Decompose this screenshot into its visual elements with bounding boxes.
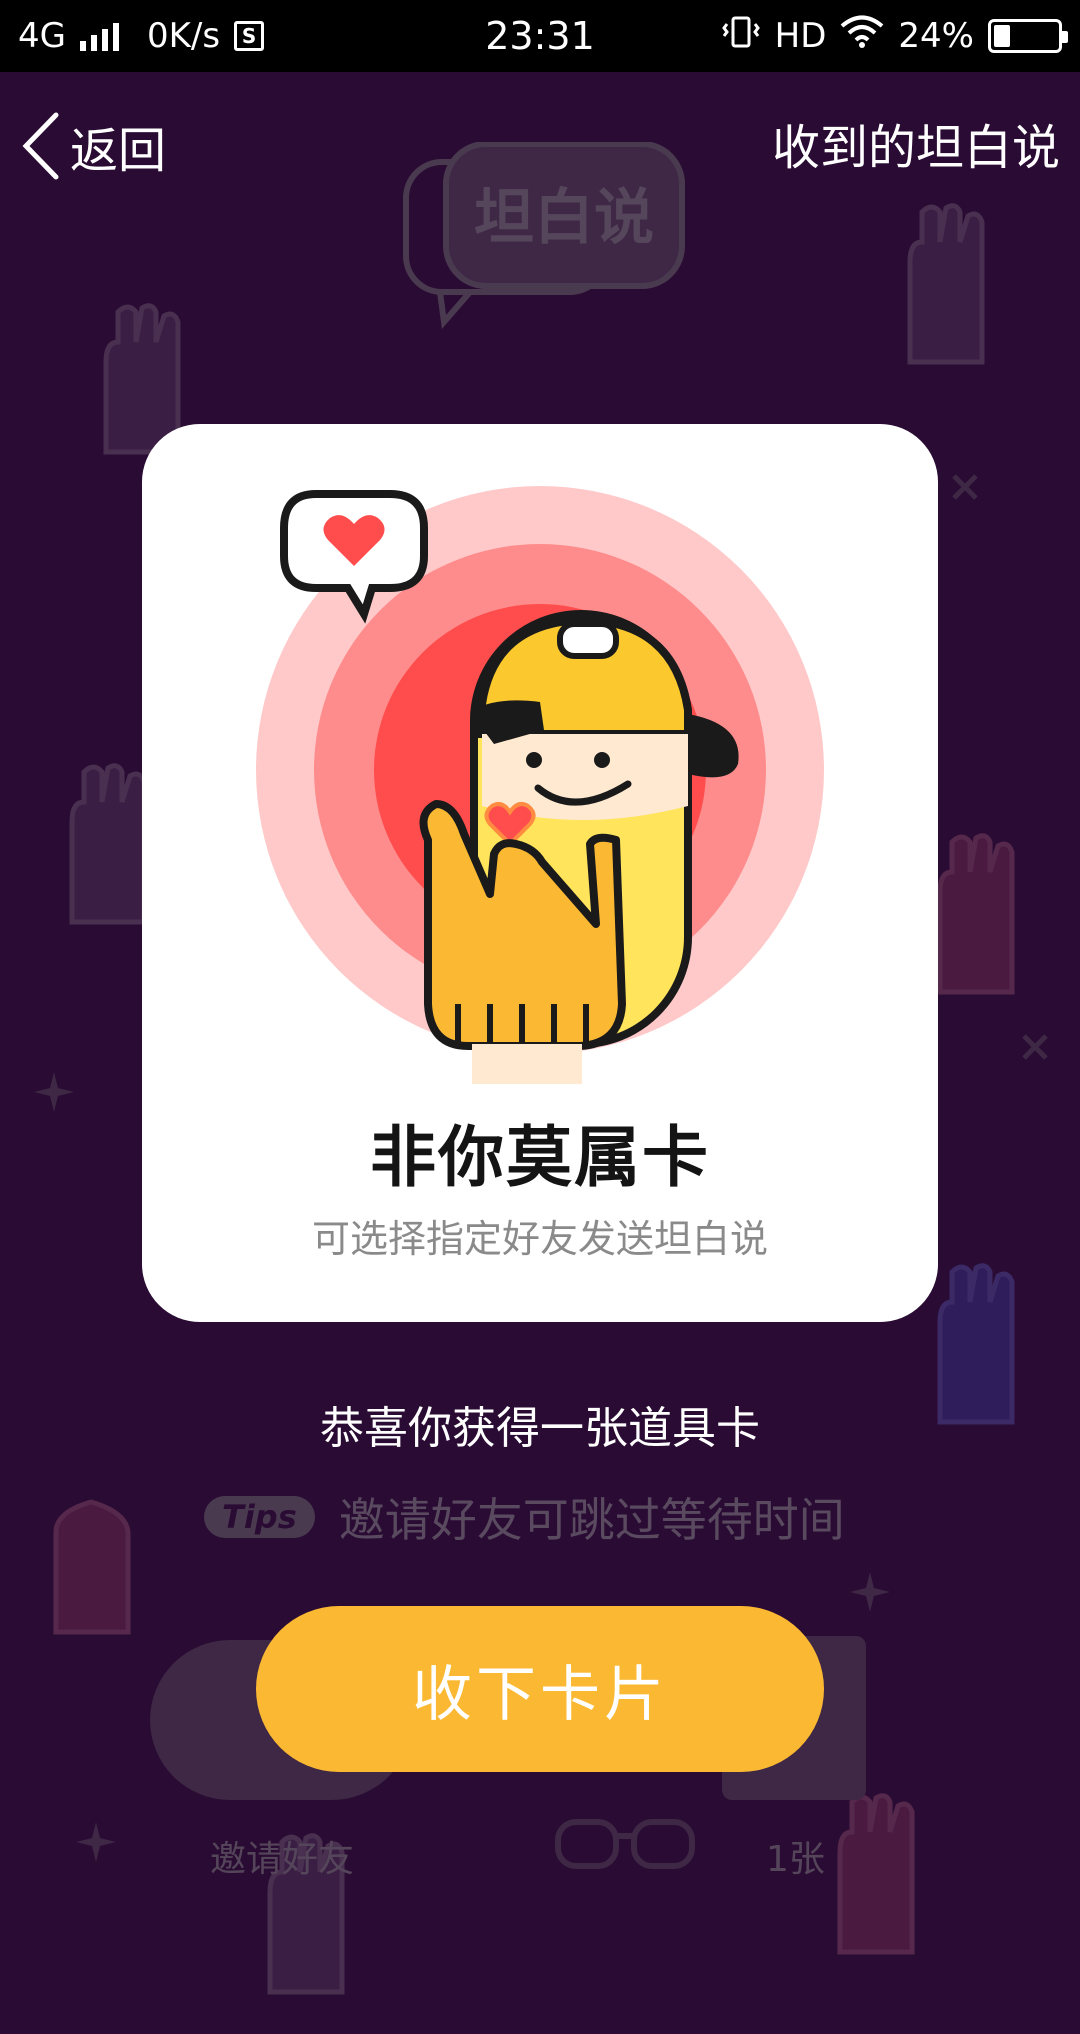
invite-friends-label: 邀请好友 — [210, 1839, 355, 1880]
tips-row: Tips 邀请好友可跳过等待时间 — [204, 1484, 845, 1550]
card-count-label: 1张 — [766, 1839, 825, 1880]
logo-text: 坦白说 — [474, 183, 654, 253]
finger-heart-character-illustration — [256, 486, 824, 1084]
status-right: HD 24% — [721, 14, 1068, 59]
status-bar: 4G 0K/s S 23:31 HD 24% — [0, 0, 1080, 72]
hand-deco-icon — [837, 1793, 915, 1955]
status-left: 4G 0K/s S — [18, 16, 265, 56]
sparkle-deco-icon — [952, 474, 978, 500]
glasses-deco-icon — [555, 1819, 695, 1869]
card-subtitle: 可选择指定好友发送坦白说 — [311, 1217, 768, 1261]
storage-icon: S — [234, 21, 265, 51]
network-type: 4G — [18, 16, 66, 56]
hand-deco-icon — [907, 203, 985, 365]
accept-card-label: 收下卡片 — [412, 1659, 668, 1730]
chevron-left-icon — [22, 112, 59, 180]
card-title: 非你莫属卡 — [370, 1119, 710, 1196]
congrats-message: 恭喜你获得一张道具卡 — [320, 1403, 760, 1454]
signal-icon — [79, 21, 119, 51]
back-button[interactable]: 返回 — [20, 106, 166, 186]
vibrate-icon — [721, 14, 761, 59]
logo-bubble-icon: 坦白说 — [403, 142, 685, 329]
sparkle-deco-icon — [850, 1572, 890, 1612]
battery-percent: 24% — [898, 16, 974, 56]
wifi-icon — [840, 15, 884, 58]
hd-indicator: HD — [774, 16, 827, 56]
back-label: 返回 — [70, 123, 167, 179]
tips-badge: Tips — [204, 1496, 315, 1538]
tips-text: 邀请好友可跳过等待时间 — [338, 1493, 845, 1547]
network-speed: 0K/s — [146, 16, 221, 56]
accept-card-button[interactable]: 收下卡片 — [256, 1606, 824, 1772]
battery-icon — [988, 19, 1068, 53]
sparkle-deco-icon — [1022, 1034, 1048, 1060]
received-confessions-link[interactable]: 收到的坦白说 — [772, 108, 1060, 178]
sparkle-deco-icon — [76, 1822, 116, 1862]
hand-deco-icon — [53, 1499, 131, 1635]
